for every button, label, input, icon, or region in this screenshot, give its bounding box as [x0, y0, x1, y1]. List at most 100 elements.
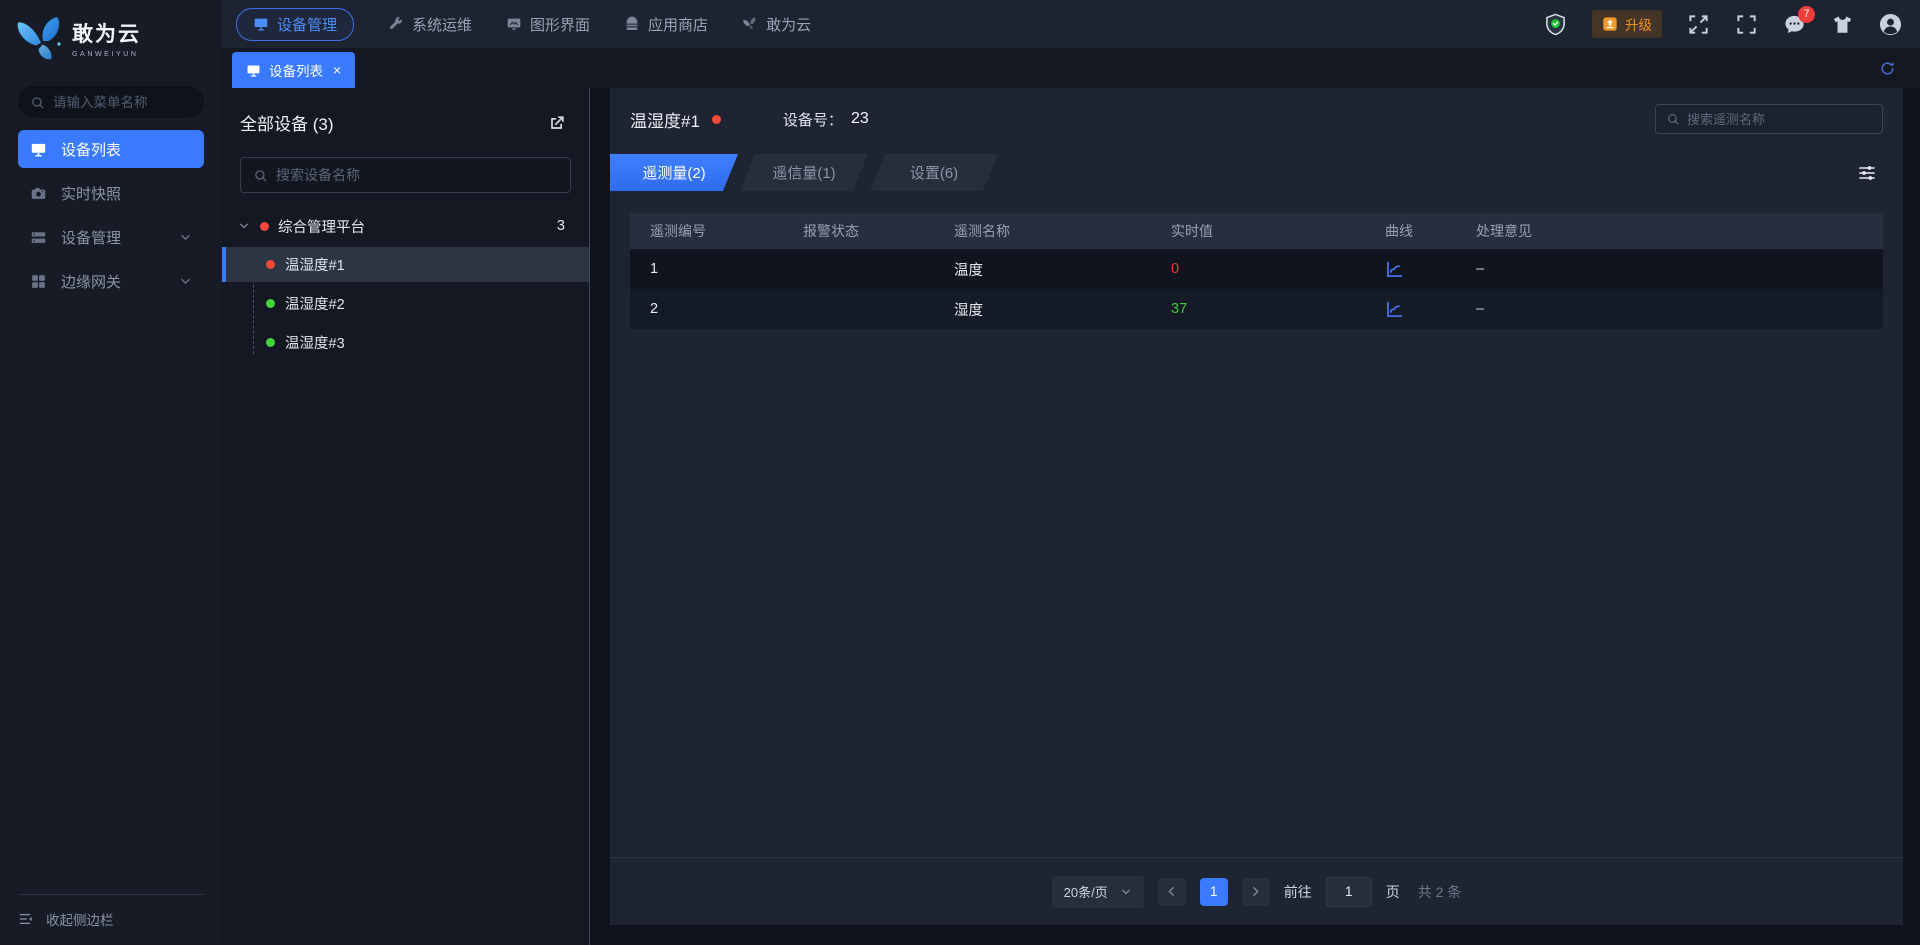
page-unit-label: 页	[1386, 882, 1400, 902]
security-shield-icon[interactable]	[1544, 13, 1567, 36]
tab-strip: 设备列表 ×	[222, 48, 1920, 88]
column-header: 遥测名称	[954, 221, 1171, 241]
sidebar-item-device-list[interactable]: 设备列表	[18, 130, 204, 168]
device-no-value: 23	[851, 110, 869, 128]
top-nav-menu: 设备管理 系统运维 图形界面 应用商店 敢为云	[236, 8, 811, 41]
telemetry-search-input[interactable]	[1687, 112, 1872, 127]
device-detail-panel: 温湿度#1 设备号： 23 遥测量(2)	[610, 88, 1903, 925]
tree-node-platform[interactable]: 综合管理平台 3	[222, 209, 589, 243]
tree-node-label: 温湿度#3	[285, 332, 345, 353]
status-dot-green	[266, 338, 275, 347]
chevron-right-icon	[1249, 885, 1262, 898]
line-chart-icon[interactable]	[1385, 259, 1405, 279]
external-link-icon[interactable]	[547, 113, 567, 133]
camera-icon	[30, 185, 47, 202]
telemetry-table: 遥测编号 报警状态 遥测名称 实时值 曲线 处理意见 1 温度 0	[630, 213, 1883, 329]
column-settings-icon[interactable]	[1857, 163, 1877, 183]
monitor-icon	[246, 63, 261, 78]
chevron-down-icon	[1120, 886, 1132, 898]
cell-telemetry-id: 2	[650, 301, 803, 317]
tree-node-label: 综合管理平台	[278, 216, 557, 237]
device-manage-icon	[253, 16, 269, 32]
line-chart-icon[interactable]	[1385, 299, 1405, 319]
sidebar-item-label: 实时快照	[61, 183, 192, 204]
sidebar-item-edge-gateway[interactable]: 边缘网关	[18, 262, 204, 300]
nav-item-app-store[interactable]: 应用商店	[624, 9, 708, 40]
prev-page-button[interactable]	[1158, 878, 1186, 906]
table-header-row: 遥测编号 报警状态 遥测名称 实时值 曲线 处理意见	[630, 213, 1883, 249]
column-header: 报警状态	[803, 221, 954, 241]
tree-children: 温湿度#1 温湿度#2 温湿度#3	[222, 247, 589, 360]
tab-telesignal[interactable]: 遥信量(1)	[740, 154, 868, 191]
collapse-sidebar-button[interactable]: 收起侧边栏	[18, 909, 204, 929]
device-search-input[interactable]	[276, 167, 558, 183]
brand-subtitle: GANWEIYUN	[72, 51, 141, 58]
column-header: 遥测编号	[650, 221, 803, 241]
nav-item-device-manage[interactable]: 设备管理	[236, 8, 354, 41]
messages-icon[interactable]: 7	[1783, 13, 1806, 36]
sidebar-item-label: 设备列表	[61, 139, 192, 160]
menu-search-input[interactable]	[53, 95, 192, 110]
chevron-left-icon	[1165, 885, 1178, 898]
tree-node-device-1[interactable]: 温湿度#1	[222, 247, 589, 282]
table-row[interactable]: 1 温度 0 –	[630, 249, 1883, 289]
tree-node-label: 温湿度#1	[285, 254, 345, 275]
brand-logo: 敢为云 GANWEIYUN	[0, 0, 222, 72]
device-tree: 综合管理平台 3 温湿度#1 温湿度#2	[222, 209, 589, 364]
tree-node-count: 3	[557, 218, 565, 234]
cell-realtime-value: 37	[1171, 301, 1385, 317]
search-icon	[1666, 112, 1680, 126]
status-dot-red	[260, 222, 269, 231]
tree-node-device-2[interactable]: 温湿度#2	[222, 286, 589, 321]
nav-item-label: 设备管理	[277, 14, 337, 35]
telemetry-search[interactable]	[1655, 104, 1883, 134]
pagination-bar: 20条/页 1 前往 页 共 2 条	[610, 857, 1903, 925]
sidebar-footer: 收起侧边栏	[0, 894, 222, 945]
tree-node-label: 温湿度#2	[285, 293, 345, 314]
column-header: 实时值	[1171, 221, 1385, 241]
chevron-down-icon	[238, 220, 250, 232]
status-dot-red	[266, 260, 275, 269]
cell-telemetry-name: 湿度	[954, 299, 1171, 320]
sidebar-item-label: 边缘网关	[61, 271, 179, 292]
goto-page-input[interactable]	[1326, 877, 1372, 907]
sidebar: 敢为云 GANWEIYUN 设备列表 实时快照 设备管理	[0, 0, 222, 945]
grid-icon	[30, 273, 47, 290]
tab-device-list[interactable]: 设备列表 ×	[232, 52, 355, 88]
device-no-label: 设备号：	[783, 109, 843, 130]
theme-tshirt-icon[interactable]	[1831, 13, 1854, 36]
tab-label: 设置(6)	[910, 162, 958, 183]
tab-settings[interactable]: 设置(6)	[870, 154, 998, 191]
nav-item-system-ops[interactable]: 系统运维	[388, 9, 472, 40]
device-search[interactable]	[240, 157, 571, 193]
next-page-button[interactable]	[1242, 878, 1270, 906]
page-number-button[interactable]: 1	[1200, 878, 1228, 906]
status-dot-green	[266, 299, 275, 308]
nav-item-label: 敢为云	[766, 14, 811, 35]
page-size-select[interactable]: 20条/页	[1052, 876, 1144, 908]
menu-search[interactable]	[18, 86, 204, 118]
refresh-icon[interactable]	[1879, 60, 1896, 77]
content-area: 全部设备 (3) 综合管理平台 3	[222, 88, 1920, 945]
tab-label: 设备列表	[269, 60, 323, 80]
device-detail-header: 温湿度#1 设备号： 23	[610, 88, 1903, 134]
nav-item-graphic-ui[interactable]: 图形界面	[506, 9, 590, 40]
tree-node-device-3[interactable]: 温湿度#3	[222, 325, 589, 360]
sidebar-item-device-manage[interactable]: 设备管理	[18, 218, 204, 256]
table-row[interactable]: 2 湿度 37 –	[630, 289, 1883, 329]
nav-item-ganweiyun[interactable]: 敢为云	[742, 9, 811, 40]
upgrade-button[interactable]: 升级	[1592, 10, 1662, 38]
tab-telemetry[interactable]: 遥测量(2)	[610, 154, 738, 191]
screenshot-frame-icon[interactable]	[1735, 13, 1758, 36]
divider	[18, 894, 204, 895]
search-icon	[253, 168, 268, 183]
user-avatar[interactable]	[1879, 13, 1902, 36]
nav-item-label: 应用商店	[648, 14, 708, 35]
tab-close-icon[interactable]: ×	[333, 63, 341, 77]
fullscreen-icon[interactable]	[1687, 13, 1710, 36]
nav-item-label: 图形界面	[530, 14, 590, 35]
sidebar-item-snapshot[interactable]: 实时快照	[18, 174, 204, 212]
chevron-down-icon	[179, 231, 192, 244]
detail-tabs: 遥测量(2) 遥信量(1) 设置(6)	[610, 154, 1000, 191]
device-panel-title: 全部设备 (3)	[240, 110, 334, 135]
